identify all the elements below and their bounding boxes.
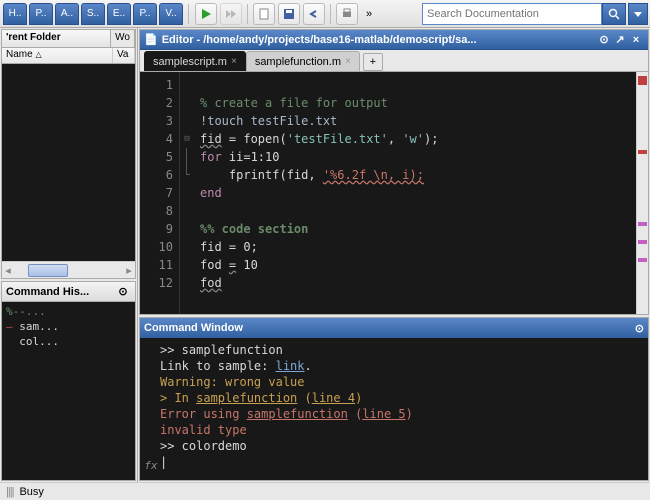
toolstrip-tab[interactable]: H.. bbox=[3, 3, 27, 25]
toolstrip-tab[interactable]: A.. bbox=[55, 3, 79, 25]
search-button[interactable] bbox=[602, 3, 626, 25]
cmdwin-header: Command Window ⊙ bbox=[140, 318, 648, 338]
history-item[interactable]: col... bbox=[4, 334, 133, 349]
cmdwin-body[interactable]: fx >> samplefunction Link to sample: lin… bbox=[140, 338, 648, 480]
history-header: Command His... ⊙ bbox=[2, 282, 135, 302]
panel-menu-icon[interactable]: ⊙ bbox=[115, 284, 131, 300]
error-marker[interactable] bbox=[638, 150, 647, 154]
separator bbox=[330, 4, 331, 24]
folder-contents[interactable] bbox=[2, 64, 135, 261]
editor-title: Editor - /home/andy/projects/base16-matl… bbox=[162, 34, 477, 46]
search-dropdown[interactable] bbox=[628, 3, 648, 25]
link[interactable]: line 5 bbox=[362, 407, 405, 421]
fold-gutter[interactable]: ⊟ bbox=[180, 72, 194, 314]
folder-tab-active[interactable]: 'rent Folder bbox=[2, 30, 111, 47]
run-button[interactable] bbox=[195, 3, 217, 25]
code-area[interactable]: 123456789101112 ⊟ % create a file for ou… bbox=[140, 72, 648, 314]
toolstrip: H.. P.. A.. S.. E.. P.. V.. » bbox=[0, 0, 650, 28]
cmdwin-text[interactable]: >> samplefunction Link to sample: link. … bbox=[160, 342, 644, 476]
warning-marker[interactable] bbox=[638, 258, 647, 262]
history-title: Command His... bbox=[6, 286, 89, 298]
fx-icon[interactable]: fx bbox=[142, 342, 160, 476]
link[interactable]: samplefunction bbox=[196, 391, 297, 405]
run-advance-button[interactable] bbox=[220, 3, 242, 25]
col-value[interactable]: Va bbox=[113, 48, 135, 63]
col-name[interactable]: Name △ bbox=[2, 48, 113, 63]
toolstrip-tab[interactable]: S.. bbox=[81, 3, 105, 25]
warning-marker[interactable] bbox=[638, 222, 647, 226]
toolstrip-tab[interactable]: P.. bbox=[133, 3, 157, 25]
separator bbox=[188, 4, 189, 24]
close-tab-icon[interactable]: × bbox=[345, 56, 351, 67]
link[interactable]: line 4 bbox=[312, 391, 355, 405]
command-history-panel: Command His... ⊙ %--... – sam... col... bbox=[1, 281, 136, 481]
indicator-strip[interactable] bbox=[636, 72, 648, 314]
save-button[interactable] bbox=[278, 3, 300, 25]
more-button[interactable]: » bbox=[361, 3, 377, 25]
search-box bbox=[422, 3, 648, 25]
separator bbox=[247, 4, 248, 24]
close-tab-icon[interactable]: × bbox=[231, 56, 237, 67]
command-prompt[interactable]: | bbox=[160, 454, 644, 470]
toolstrip-actions: » bbox=[191, 3, 381, 25]
main-area: 'rent Folder Wo Name △ Va ◂ ▸ Command Hi… bbox=[0, 28, 650, 482]
current-folder-panel: 'rent Folder Wo Name △ Va ◂ ▸ bbox=[1, 29, 136, 279]
warning-marker[interactable] bbox=[638, 240, 647, 244]
toolstrip-tab[interactable]: V.. bbox=[159, 3, 183, 25]
toolstrip-tab[interactable]: E.. bbox=[107, 3, 131, 25]
toolstrip-tab[interactable]: P.. bbox=[29, 3, 53, 25]
editor-panel: 📄 Editor - /home/andy/projects/base16-ma… bbox=[139, 29, 649, 315]
undo-button[interactable] bbox=[303, 3, 325, 25]
status-text: Busy bbox=[19, 486, 43, 498]
history-item[interactable]: – sam... bbox=[4, 319, 133, 334]
folder-scrollbar[interactable]: ◂ ▸ bbox=[2, 261, 135, 278]
folder-tab[interactable]: Wo bbox=[111, 30, 135, 47]
code-text[interactable]: % create a file for output !touch testFi… bbox=[194, 72, 636, 314]
status-bar: |||| Busy bbox=[0, 482, 650, 500]
command-window-panel: Command Window ⊙ fx >> samplefunction Li… bbox=[139, 317, 649, 481]
fold-toggle[interactable]: ⊟ bbox=[180, 130, 194, 148]
undock-icon[interactable]: ↗ bbox=[612, 32, 628, 48]
history-body[interactable]: %--... – sam... col... bbox=[2, 302, 135, 480]
folder-panel-tabs: 'rent Folder Wo bbox=[2, 30, 135, 48]
editor-doc-icon: 📄 bbox=[144, 33, 158, 46]
panel-menu-icon[interactable]: ⊙ bbox=[635, 322, 644, 335]
file-tab[interactable]: samplescript.m× bbox=[144, 51, 246, 71]
right-column: 📄 Editor - /home/andy/projects/base16-ma… bbox=[138, 28, 650, 482]
history-item[interactable]: %--... bbox=[4, 304, 133, 319]
print-button[interactable] bbox=[336, 3, 358, 25]
scrollbar-thumb[interactable] bbox=[28, 264, 68, 277]
error-summary-icon[interactable] bbox=[638, 76, 647, 85]
new-button[interactable] bbox=[253, 3, 275, 25]
new-tab-button[interactable]: + bbox=[363, 53, 383, 71]
editor-file-tabs: samplescript.m× samplefunction.m× + bbox=[140, 50, 648, 72]
search-input[interactable] bbox=[422, 3, 602, 25]
link[interactable]: samplefunction bbox=[247, 407, 348, 421]
resize-grip-icon[interactable]: |||| bbox=[6, 486, 13, 498]
toolstrip-tabs: H.. P.. A.. S.. E.. P.. V.. bbox=[0, 3, 186, 25]
panel-menu-icon[interactable]: ⊙ bbox=[596, 32, 612, 48]
cmdwin-title: Command Window bbox=[144, 322, 243, 334]
folder-columns: Name △ Va bbox=[2, 48, 135, 64]
file-tab[interactable]: samplefunction.m× bbox=[246, 51, 360, 71]
link[interactable]: link bbox=[276, 359, 305, 373]
close-icon[interactable]: × bbox=[628, 32, 644, 48]
left-column: 'rent Folder Wo Name △ Va ◂ ▸ Command Hi… bbox=[0, 28, 138, 482]
line-gutter: 123456789101112 bbox=[140, 72, 180, 314]
editor-header: 📄 Editor - /home/andy/projects/base16-ma… bbox=[140, 30, 648, 50]
